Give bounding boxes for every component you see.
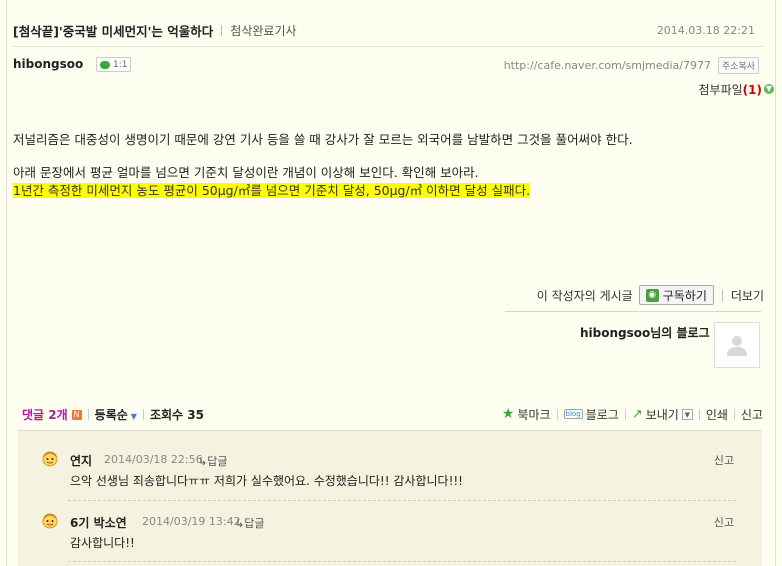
body-paragraph: 아래 문장에서 평균 얼마를 넘으면 기준치 달성이란 개념이 이상해 보인다.… <box>13 165 479 180</box>
divider <box>733 408 735 420</box>
new-comment-icon: N <box>71 409 82 420</box>
comment-text: 으악 선생님 죄송합니다ㅠㅠ 저희가 실수했어요. 수정했습니다!! 감사합니다… <box>70 474 463 488</box>
comment-divider <box>68 500 736 501</box>
divider <box>142 409 144 420</box>
post-header: [첨삭끝]'중국발 미세먼지'는 억울하다 첨삭완료기사 2014.03.18 … <box>13 18 763 42</box>
reply-arrow-icon: ↳ <box>198 455 208 468</box>
divider <box>698 408 700 420</box>
author-posts-row: 이 작성자의 게시글 ◉ 구독하기 더보기 <box>537 284 764 306</box>
comment-date: 2014/03/18 22:56 <box>104 453 203 466</box>
comment-date: 2014/03/19 13:42 <box>142 515 241 528</box>
comment-author[interactable]: 6기 박소연 <box>70 514 127 531</box>
send-button[interactable]: 보내기 <box>646 406 679 423</box>
copy-address-button[interactable]: 주소복사 <box>717 57 759 74</box>
header-divider <box>13 46 763 47</box>
reply-button[interactable]: ↳답글 <box>235 515 264 531</box>
divider <box>556 408 558 420</box>
default-avatar-icon <box>727 336 747 356</box>
subscribe-label: 구독하기 <box>662 288 707 303</box>
chat-badge-label: 1:1 <box>113 59 128 70</box>
send-dropdown-icon[interactable]: ▼ <box>681 408 693 420</box>
attachment-count: (1) <box>742 83 762 97</box>
comment-report-button[interactable]: 신고 <box>714 514 734 530</box>
bookmark-button[interactable]: 북마크 <box>517 406 550 423</box>
comment-count-link[interactable]: 댓글 2개 <box>22 406 68 423</box>
more-link[interactable]: 더보기 <box>731 287 764 304</box>
divider <box>221 24 223 36</box>
comment-list: 연지 2014/03/18 22:56 ↳답글 신고 으악 선생님 죄송합니다ㅠ… <box>18 430 762 566</box>
emoticon-face-icon <box>42 451 58 467</box>
post-body: 저널리즘은 대중성이 생명이기 때문에 강연 기사 등을 쓸 때 강사가 잘 모… <box>13 131 763 200</box>
caret-down-icon: ▼ <box>130 412 137 421</box>
send-icon: ↗ <box>631 406 643 422</box>
sort-order-label: 등록순 <box>94 408 128 422</box>
post-category[interactable]: 첨삭완료기사 <box>230 22 296 39</box>
reply-label: 답글 <box>207 455 228 468</box>
attachment-link[interactable]: 첨부파일(1) <box>699 81 763 98</box>
comment-text: 감사합니다!! <box>70 536 135 550</box>
comment-author[interactable]: 연지 <box>70 452 92 469</box>
sort-order-select[interactable]: 등록순 ▼ <box>95 406 137 423</box>
blog-share-button[interactable]: 블로그 <box>586 406 619 423</box>
blog-icon: blog <box>563 409 583 419</box>
comment-divider <box>68 561 736 562</box>
reply-button[interactable]: ↳답글 <box>198 453 227 469</box>
highlighted-sentence: 1년간 측정한 미세먼지 농도 평균이 50μg/㎥를 넘으면 기준치 달성, … <box>13 183 531 198</box>
author-avatar[interactable] <box>714 322 760 368</box>
post-url[interactable]: http://cafe.naver.com/smjmedia/7977 <box>504 59 711 72</box>
author-posts-label[interactable]: 이 작성자의 게시글 <box>537 287 633 304</box>
divider <box>624 408 626 420</box>
author-name[interactable]: hibongsoo <box>13 57 83 71</box>
comment-report-button[interactable]: 신고 <box>714 452 734 468</box>
star-icon: ★ <box>501 406 515 422</box>
rss-icon: ◉ <box>645 288 659 302</box>
author-divider <box>505 311 761 312</box>
report-button[interactable]: 신고 <box>741 406 763 423</box>
chat-bubble-icon <box>100 60 110 69</box>
comment-toolbar: 댓글 2개 N 등록순 ▼ 조회수 35 ★ 북마크 blog 블로그 ↗ 보내기… <box>18 404 763 424</box>
attachment-label: 첨부파일 <box>698 83 743 97</box>
print-button[interactable]: 인쇄 <box>706 406 728 423</box>
body-paragraph: 저널리즘은 대중성이 생명이기 때문에 강연 기사 등을 쓸 때 강사가 잘 모… <box>13 132 633 147</box>
reply-arrow-icon: ↳ <box>235 517 245 530</box>
subscribe-button[interactable]: ◉ 구독하기 <box>638 285 714 305</box>
download-icon[interactable]: ▼ <box>764 84 774 94</box>
view-count: 조회수 35 <box>149 408 204 422</box>
reply-label: 답글 <box>244 517 265 530</box>
chat-badge[interactable]: 1:1 <box>96 57 131 72</box>
author-row: hibongsoo 1:1 http://cafe.naver.com/smjm… <box>13 55 763 75</box>
author-blog-link[interactable]: hibongsoo님의 블로그 <box>580 324 710 341</box>
divider <box>721 289 723 301</box>
post-title[interactable]: [첨삭끝]'중국발 미세먼지'는 억울하다 <box>13 21 213 40</box>
divider <box>87 409 89 420</box>
post-date: 2014.03.18 22:21 <box>656 24 755 37</box>
emoticon-face-icon <box>42 513 58 529</box>
